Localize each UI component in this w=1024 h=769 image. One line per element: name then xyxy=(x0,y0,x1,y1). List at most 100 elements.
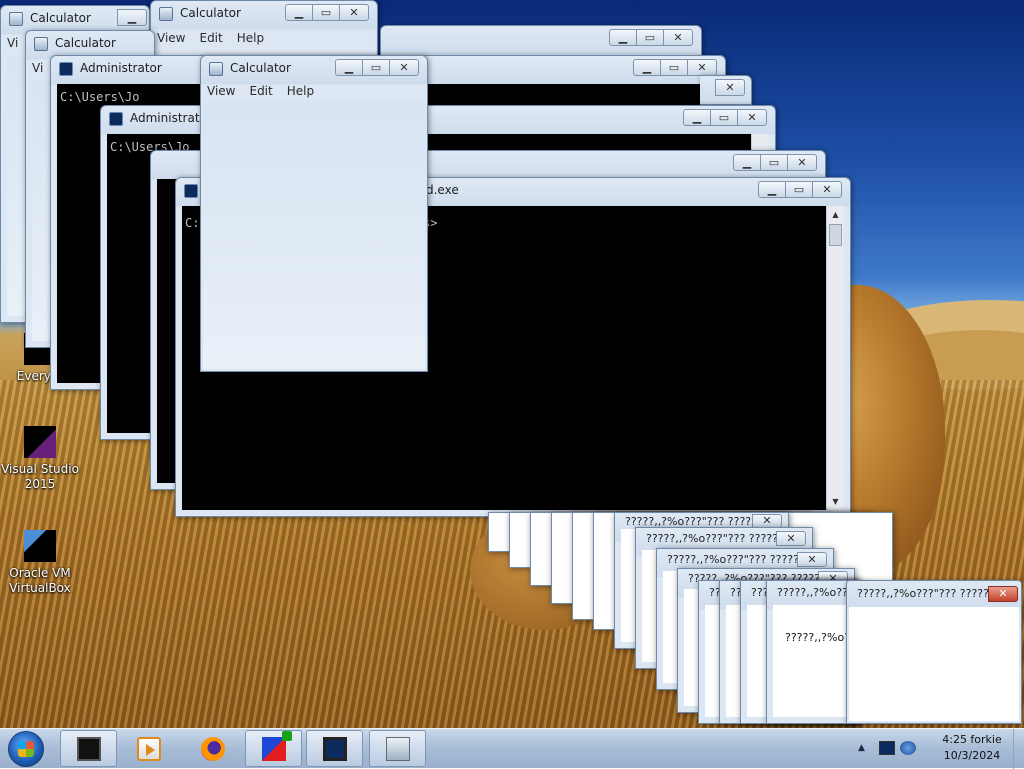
minimize-button[interactable]: ▁ xyxy=(758,181,786,198)
window-title: ?????,,?%o???"??? ?????? xyxy=(646,532,784,545)
message-dialog-front[interactable]: ?????,,?%o???"??? ?????? ✕ xyxy=(846,580,1022,724)
cube-app-icon xyxy=(261,730,292,761)
windows-logo-icon xyxy=(18,741,34,757)
window-titlebar[interactable]: Calculator xyxy=(26,31,154,57)
window-titlebar[interactable]: Calculator ▁ ▭ ✕ xyxy=(201,56,427,82)
dialog-body xyxy=(849,607,1019,721)
show-desktop-button[interactable] xyxy=(1013,729,1024,769)
close-button[interactable]: ✕ xyxy=(776,531,806,546)
window-titlebar[interactable]: Calculator ▁ ▭ ✕ xyxy=(151,1,377,27)
taskbar-item-calculator[interactable] xyxy=(369,730,426,767)
console-window-icon xyxy=(322,736,347,761)
close-button[interactable]: ✕ xyxy=(663,29,693,46)
menu-item-edit[interactable]: Edit xyxy=(249,84,272,98)
minimize-button[interactable]: ▁ xyxy=(285,4,313,21)
close-button[interactable]: ✕ xyxy=(715,79,745,96)
window-title: Calculator xyxy=(55,36,116,50)
window-title: ?????,,?%o???"??? ?????? xyxy=(667,553,805,566)
maximize-button[interactable]: ▭ xyxy=(710,109,738,126)
clock-date: 10/3/2024 xyxy=(943,749,1001,762)
cmd-window-edge[interactable]: ✕ xyxy=(700,75,752,105)
window-title: ?????,,?%o???"??? ?????? xyxy=(857,587,995,600)
maximize-button[interactable]: ▭ xyxy=(312,4,340,21)
close-button[interactable]: ✕ xyxy=(737,109,767,126)
visual-studio-icon xyxy=(24,426,56,458)
menu-item-view[interactable]: View xyxy=(157,31,185,45)
media-player-icon xyxy=(136,736,161,761)
firefox-icon xyxy=(200,736,225,761)
taskbar-item-app[interactable] xyxy=(245,730,302,767)
window-title: Calculator xyxy=(230,61,291,75)
calculator-body xyxy=(203,102,425,369)
maximize-button[interactable]: ▭ xyxy=(362,59,390,76)
desktop-icon-visual-studio[interactable]: Visual Studio 2015 xyxy=(0,426,80,492)
minimize-button[interactable]: ▁ xyxy=(335,59,363,76)
menu-bar: View Edit Help xyxy=(157,31,264,45)
calculator-icon xyxy=(34,37,48,51)
close-button[interactable]: ✕ xyxy=(389,59,419,76)
close-button[interactable]: ✕ xyxy=(339,4,369,21)
menu-bar: Vi xyxy=(7,36,18,50)
taskbar-item-cmd[interactable] xyxy=(60,730,117,767)
network-icon[interactable] xyxy=(879,741,895,755)
minimize-button[interactable]: ▁ xyxy=(117,9,147,26)
desktop-background: Everyth Visual Studio 2015 Oracle VM Vir… xyxy=(0,0,1024,728)
desktop-icon-label: Oracle VM VirtualBox xyxy=(9,566,71,595)
calculator-icon xyxy=(209,62,223,76)
menu-item-view[interactable]: Vi xyxy=(32,61,43,75)
window-title: Calculator xyxy=(180,6,241,20)
minimize-button[interactable]: ▁ xyxy=(683,109,711,126)
cmd-icon xyxy=(59,62,73,76)
menu-item-edit[interactable]: Edit xyxy=(199,31,222,45)
volume-icon[interactable] xyxy=(900,741,916,755)
close-button[interactable]: ✕ xyxy=(812,181,842,198)
calculator-icon xyxy=(9,12,23,26)
window-titlebar[interactable]: ?????,,?%o???"??? ?????? ✕ xyxy=(636,528,812,550)
close-button[interactable]: ✕ xyxy=(787,154,817,171)
scroll-up-icon[interactable]: ▲ xyxy=(827,206,844,223)
menu-bar: Vi xyxy=(32,61,43,75)
clock-time: 4:25 forkie xyxy=(942,733,1002,746)
minimize-button[interactable]: ▁ xyxy=(609,29,637,46)
scroll-thumb[interactable] xyxy=(829,224,842,246)
start-button[interactable] xyxy=(8,731,44,767)
menu-item-help[interactable]: Help xyxy=(287,84,314,98)
window-title: Administrator xyxy=(80,61,162,75)
window-title: Calculator xyxy=(30,11,91,25)
close-button[interactable]: ✕ xyxy=(988,586,1018,602)
maximize-button[interactable]: ▭ xyxy=(636,29,664,46)
calculator-window-front[interactable]: Calculator ▁ ▭ ✕ View Edit Help xyxy=(200,55,428,372)
maximize-button[interactable]: ▭ xyxy=(660,59,688,76)
calculator-icon xyxy=(385,736,410,761)
window-titlebar[interactable]: Calculator ▁ xyxy=(1,6,149,32)
close-button[interactable]: ✕ xyxy=(752,514,782,528)
minimize-button[interactable]: ▁ xyxy=(733,154,761,171)
close-button[interactable]: ✕ xyxy=(797,552,827,567)
desktop-icon-virtualbox[interactable]: Oracle VM VirtualBox xyxy=(0,530,80,596)
console-scrollbar[interactable]: ▲ ▼ xyxy=(826,206,844,510)
maximize-button[interactable]: ▭ xyxy=(785,181,813,198)
cmd-icon xyxy=(76,736,101,761)
taskbar-item-media-player[interactable] xyxy=(120,730,177,767)
clock[interactable]: 4:25 forkie 10/3/2024 xyxy=(924,732,1020,764)
taskbar-item-cmd-active[interactable] xyxy=(306,730,363,767)
window-titlebar[interactable]: ?????,,?%o???"??? ?????? ✕ xyxy=(847,581,1021,607)
maximize-button[interactable]: ▭ xyxy=(760,154,788,171)
close-button[interactable]: ✕ xyxy=(687,59,717,76)
calculator-icon xyxy=(159,7,173,21)
menu-item-view[interactable]: Vi xyxy=(7,36,18,50)
dialog-body: ?????,,?%o?? xyxy=(773,605,856,717)
minimize-button[interactable]: ▁ xyxy=(633,59,661,76)
system-tray: ▲ 4:25 forkie 10/3/2024 xyxy=(854,729,1024,769)
show-hidden-icons-icon[interactable]: ▲ xyxy=(858,743,865,753)
cmd-icon xyxy=(109,112,123,126)
window-title: d.exe xyxy=(426,183,459,197)
window-titlebar[interactable]: ▁ ▭ ✕ xyxy=(381,26,701,52)
cmd-icon xyxy=(184,184,198,198)
taskbar: ▲ 4:25 forkie 10/3/2024 xyxy=(0,728,1024,769)
scroll-down-icon[interactable]: ▼ xyxy=(827,493,844,510)
menu-item-help[interactable]: Help xyxy=(237,31,264,45)
taskbar-item-firefox[interactable] xyxy=(184,730,241,767)
menu-item-view[interactable]: View xyxy=(207,84,235,98)
calculator-window[interactable]: Calculator ▁ ▭ ✕ View Edit Help xyxy=(150,0,378,60)
